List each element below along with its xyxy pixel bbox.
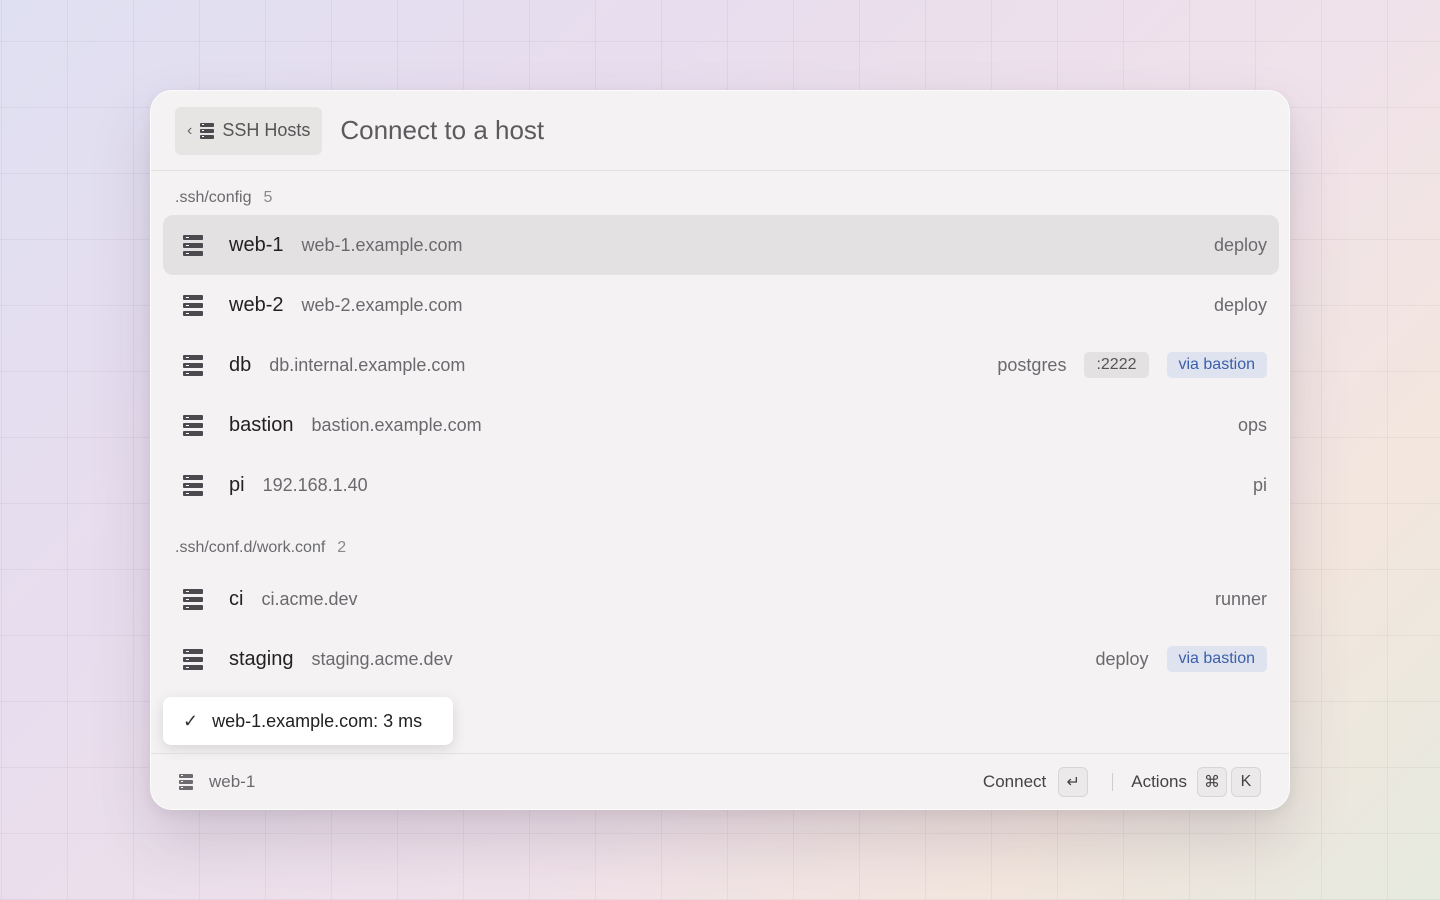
proxy-jump-badge: via bastion: [1166, 646, 1267, 672]
host-list: .ssh/config 5 web-1 web-1.example.com dep…: [163, 171, 1279, 689]
chevron-left-icon: ‹: [187, 121, 193, 139]
enter-key-icon: ↵: [1058, 766, 1089, 797]
group-count: 5: [263, 189, 273, 206]
proxy-jump-badge: via bastion: [1166, 352, 1267, 378]
group-header: .ssh/conf.d/work.conf 2: [163, 515, 1279, 557]
host-user: deploy: [1213, 294, 1267, 315]
server-icon: [183, 414, 203, 436]
host-name: web-2: [229, 293, 284, 316]
group-count: 2: [337, 539, 347, 556]
host-row[interactable]: db db.internal.example.com postgres :222…: [163, 335, 1279, 395]
ssh-hosts-window: ‹ SSH Hosts Connect to a host .ssh/confi…: [150, 90, 1290, 810]
server-icon: [183, 354, 203, 376]
host-name: ci: [229, 587, 244, 610]
connect-label: Connect: [982, 771, 1047, 791]
server-icon: [200, 122, 215, 139]
host-address: staging.acme.dev: [311, 648, 453, 669]
host-user: postgres: [997, 354, 1067, 375]
server-icon: [183, 474, 203, 496]
group-label: .ssh/conf.d/work.conf: [175, 539, 326, 556]
host-name: staging: [229, 647, 294, 670]
group-header: .ssh/config 5: [163, 171, 1279, 207]
host-address: bastion.example.com: [311, 414, 482, 435]
host-user: deploy: [1095, 648, 1149, 669]
host-name: pi: [229, 473, 245, 496]
command-key-icon: ⌘: [1197, 766, 1227, 797]
server-icon: [183, 588, 203, 610]
host-row[interactable]: ci ci.acme.dev runner: [163, 569, 1279, 629]
host-row[interactable]: web-1 web-1.example.com deploy: [163, 215, 1279, 275]
host-name: bastion: [229, 413, 294, 436]
header: ‹ SSH Hosts Connect to a host: [151, 91, 1289, 171]
back-button[interactable]: ‹ SSH Hosts: [175, 106, 323, 155]
k-key: K: [1231, 766, 1261, 797]
check-icon: ✓: [183, 710, 199, 731]
host-address: db.internal.example.com: [269, 354, 466, 375]
search-input[interactable]: Connect to a host: [340, 115, 544, 146]
host-address: web-2.example.com: [301, 294, 463, 315]
actions-label: Actions: [1131, 771, 1187, 791]
server-icon: [183, 234, 203, 256]
host-user: deploy: [1213, 234, 1267, 255]
host-row[interactable]: pi 192.168.1.40 pi: [163, 455, 1279, 515]
port-badge: :2222: [1084, 352, 1149, 378]
host-user: pi: [1252, 474, 1267, 495]
host-row[interactable]: bastion bastion.example.com ops: [163, 395, 1279, 455]
host-name: db: [229, 353, 252, 376]
host-address: 192.168.1.40: [262, 474, 368, 495]
host-address: web-1.example.com: [301, 234, 463, 255]
host-name: web-1: [229, 233, 284, 256]
toast-text: web-1.example.com: 3 ms: [212, 710, 423, 731]
host-user: ops: [1237, 414, 1267, 435]
current-selection: web-1: [209, 771, 256, 791]
server-icon: [183, 294, 203, 316]
connect-action[interactable]: Connect ↵: [982, 766, 1089, 797]
group-label: .ssh/config: [175, 189, 252, 206]
server-icon: [179, 773, 193, 790]
server-icon: [183, 648, 203, 670]
host-row[interactable]: web-2 web-2.example.com deploy: [163, 275, 1279, 335]
divider: [1112, 772, 1114, 791]
host-address: ci.acme.dev: [261, 588, 358, 609]
host-row[interactable]: staging staging.acme.dev deploy via bast…: [163, 629, 1279, 689]
actions-menu-button[interactable]: Actions ⌘ K: [1131, 766, 1261, 797]
host-user: runner: [1214, 588, 1267, 609]
back-button-label: SSH Hosts: [222, 120, 311, 140]
footer-bar: web-1 Connect ↵ Actions ⌘ K: [151, 753, 1289, 809]
ping-toast: ✓ web-1.example.com: 3 ms: [163, 697, 453, 745]
